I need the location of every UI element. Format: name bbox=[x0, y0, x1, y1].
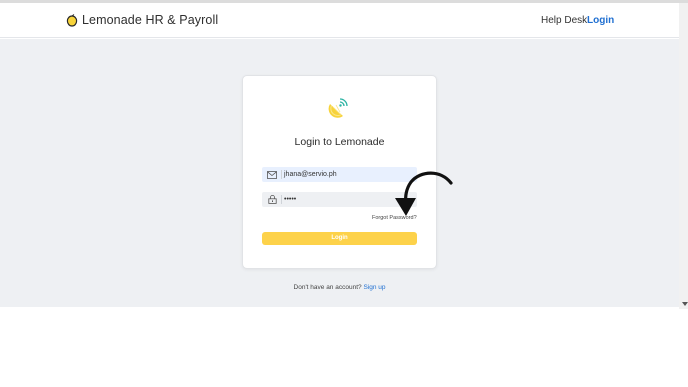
field-divider bbox=[281, 195, 282, 204]
login-button[interactable]: Login bbox=[262, 232, 417, 245]
signup-row: Don't have an account? Sign up bbox=[242, 284, 437, 291]
lemon-wifi-logo-icon bbox=[328, 98, 348, 118]
field-divider bbox=[281, 170, 282, 179]
scroll-down-arrow-icon[interactable] bbox=[682, 302, 688, 306]
lemon-icon bbox=[66, 13, 78, 27]
nav-login-link[interactable]: Login bbox=[587, 15, 614, 26]
curved-arrow-icon bbox=[395, 171, 453, 216]
help-desk-link[interactable]: Help Desk bbox=[541, 15, 587, 26]
navbar: Lemonade HR & Payroll Help Desk Login bbox=[0, 3, 679, 38]
brand[interactable]: Lemonade HR & Payroll bbox=[66, 13, 218, 27]
mail-icon bbox=[264, 167, 280, 182]
password-value: ••••• bbox=[284, 196, 297, 203]
signup-link[interactable]: Sign up bbox=[363, 284, 385, 291]
login-title: Login to Lemonade bbox=[294, 136, 385, 148]
brand-name: Lemonade HR & Payroll bbox=[82, 13, 219, 27]
signup-prompt: Don't have an account? bbox=[293, 284, 362, 291]
lock-icon bbox=[264, 192, 280, 207]
email-value: jhana@servio.ph bbox=[284, 171, 337, 178]
scrollbar[interactable] bbox=[679, 3, 688, 309]
